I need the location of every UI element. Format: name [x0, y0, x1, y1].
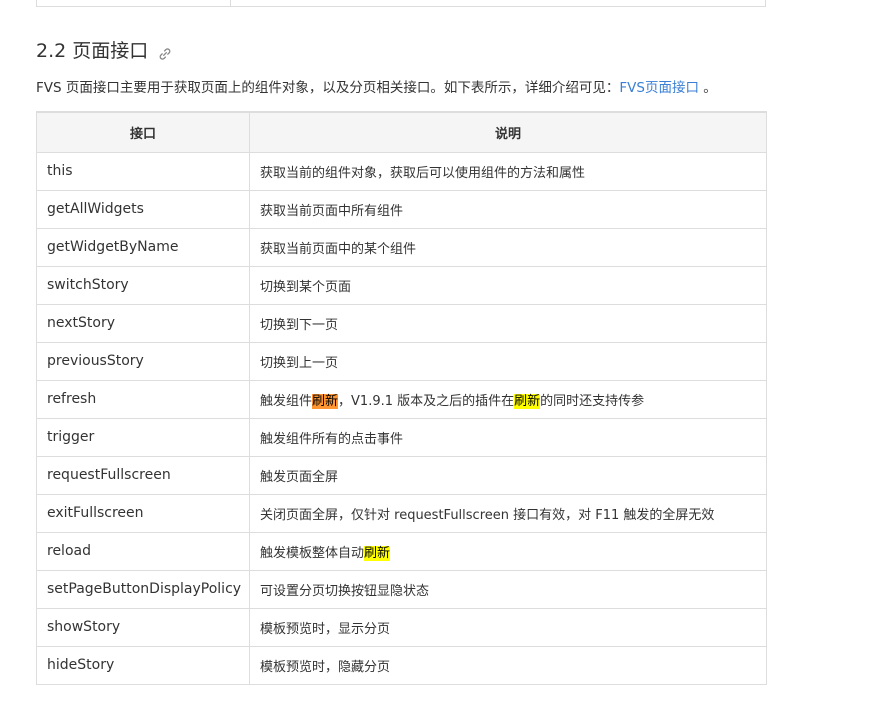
- api-name: getAllWidgets: [36, 189, 250, 229]
- api-name: previousStory: [36, 341, 250, 381]
- desc-segment: 触发模板整体自动: [260, 545, 365, 561]
- api-description: 切换到下一页: [249, 303, 767, 343]
- table-row: reload 触发模板整体自动刷新: [36, 531, 767, 571]
- table-row: getWidgetByName 获取当前页面中的某个组件: [36, 227, 767, 267]
- header-interface: 接口: [36, 111, 250, 153]
- search-highlight-current: 刷新: [312, 393, 339, 409]
- api-description: 关闭页面全屏，仅针对 requestFullscreen 接口有效，对 F11 …: [249, 493, 767, 533]
- api-name: hideStory: [36, 645, 250, 685]
- table-row: showStory 模板预览时，显示分页: [36, 607, 767, 647]
- table-row: requestFullscreen 触发页面全屏: [36, 455, 767, 495]
- search-highlight: 刷新: [514, 393, 541, 409]
- previous-table-remnant: [36, 0, 766, 7]
- table-row: refresh 触发组件刷新，V1.9.1 版本及之后的插件在刷新的同时还支持传…: [36, 379, 767, 419]
- api-name: trigger: [36, 417, 250, 457]
- table-row: trigger 触发组件所有的点击事件: [36, 417, 767, 457]
- api-description: 获取当前页面中所有组件: [249, 189, 767, 229]
- api-name: exitFullscreen: [36, 493, 250, 533]
- fvs-page-api-link[interactable]: FVS页面接口: [619, 80, 699, 96]
- link-icon[interactable]: [158, 44, 172, 60]
- table-row: nextStory 切换到下一页: [36, 303, 767, 343]
- header-description: 说明: [249, 111, 767, 153]
- table-header-row: 接口 说明: [36, 111, 767, 153]
- api-description: 触发模板整体自动刷新: [249, 531, 767, 571]
- api-name: getWidgetByName: [36, 227, 250, 267]
- api-description: 切换到上一页: [249, 341, 767, 381]
- api-description: 可设置分页切换按钮显隐状态: [249, 569, 767, 609]
- desc-segment: 触发组件: [260, 393, 313, 409]
- section-heading-text: 2.2 页面接口: [36, 39, 149, 62]
- api-description: 模板预览时，显示分页: [249, 607, 767, 647]
- desc-segment: ，V1.9.1 版本及之后的插件在: [338, 393, 515, 409]
- api-description: 模板预览时，隐藏分页: [249, 645, 767, 685]
- api-name: showStory: [36, 607, 250, 647]
- intro-paragraph: FVS 页面接口主要用于获取页面上的组件对象，以及分页相关接口。如下表所示，详细…: [36, 77, 717, 99]
- table-row: getAllWidgets 获取当前页面中所有组件: [36, 189, 767, 229]
- section-heading: 2.2 页面接口: [36, 34, 172, 64]
- intro-text-end: 。: [698, 80, 717, 96]
- api-name: switchStory: [36, 265, 250, 305]
- table-row: exitFullscreen 关闭页面全屏，仅针对 requestFullscr…: [36, 493, 767, 533]
- api-name: setPageButtonDisplayPolicy: [36, 569, 250, 609]
- api-name: this: [36, 151, 250, 191]
- table-row: hideStory 模板预览时，隐藏分页: [36, 645, 767, 685]
- table-row: switchStory 切换到某个页面: [36, 265, 767, 305]
- intro-text: FVS 页面接口主要用于获取页面上的组件对象，以及分页相关接口。如下表所示，详细…: [36, 80, 620, 96]
- previous-table-divider: [230, 0, 231, 6]
- table-row: previousStory 切换到上一页: [36, 341, 767, 381]
- table-row: setPageButtonDisplayPolicy 可设置分页切换按钮显隐状态: [36, 569, 767, 609]
- api-description: 触发页面全屏: [249, 455, 767, 495]
- api-description: 触发组件所有的点击事件: [249, 417, 767, 457]
- api-name: requestFullscreen: [36, 455, 250, 495]
- api-name: nextStory: [36, 303, 250, 343]
- api-description: 切换到某个页面: [249, 265, 767, 305]
- api-name: reload: [36, 531, 250, 571]
- desc-segment: 的同时还支持传参: [540, 393, 645, 409]
- api-description: 获取当前的组件对象，获取后可以使用组件的方法和属性: [249, 151, 767, 191]
- table-row: this 获取当前的组件对象，获取后可以使用组件的方法和属性: [36, 151, 767, 191]
- api-table: 接口 说明 this 获取当前的组件对象，获取后可以使用组件的方法和属性 get…: [36, 111, 767, 685]
- search-highlight: 刷新: [364, 545, 391, 561]
- api-description: 触发组件刷新，V1.9.1 版本及之后的插件在刷新的同时还支持传参: [249, 379, 767, 419]
- api-description: 获取当前页面中的某个组件: [249, 227, 767, 267]
- api-name: refresh: [36, 379, 250, 419]
